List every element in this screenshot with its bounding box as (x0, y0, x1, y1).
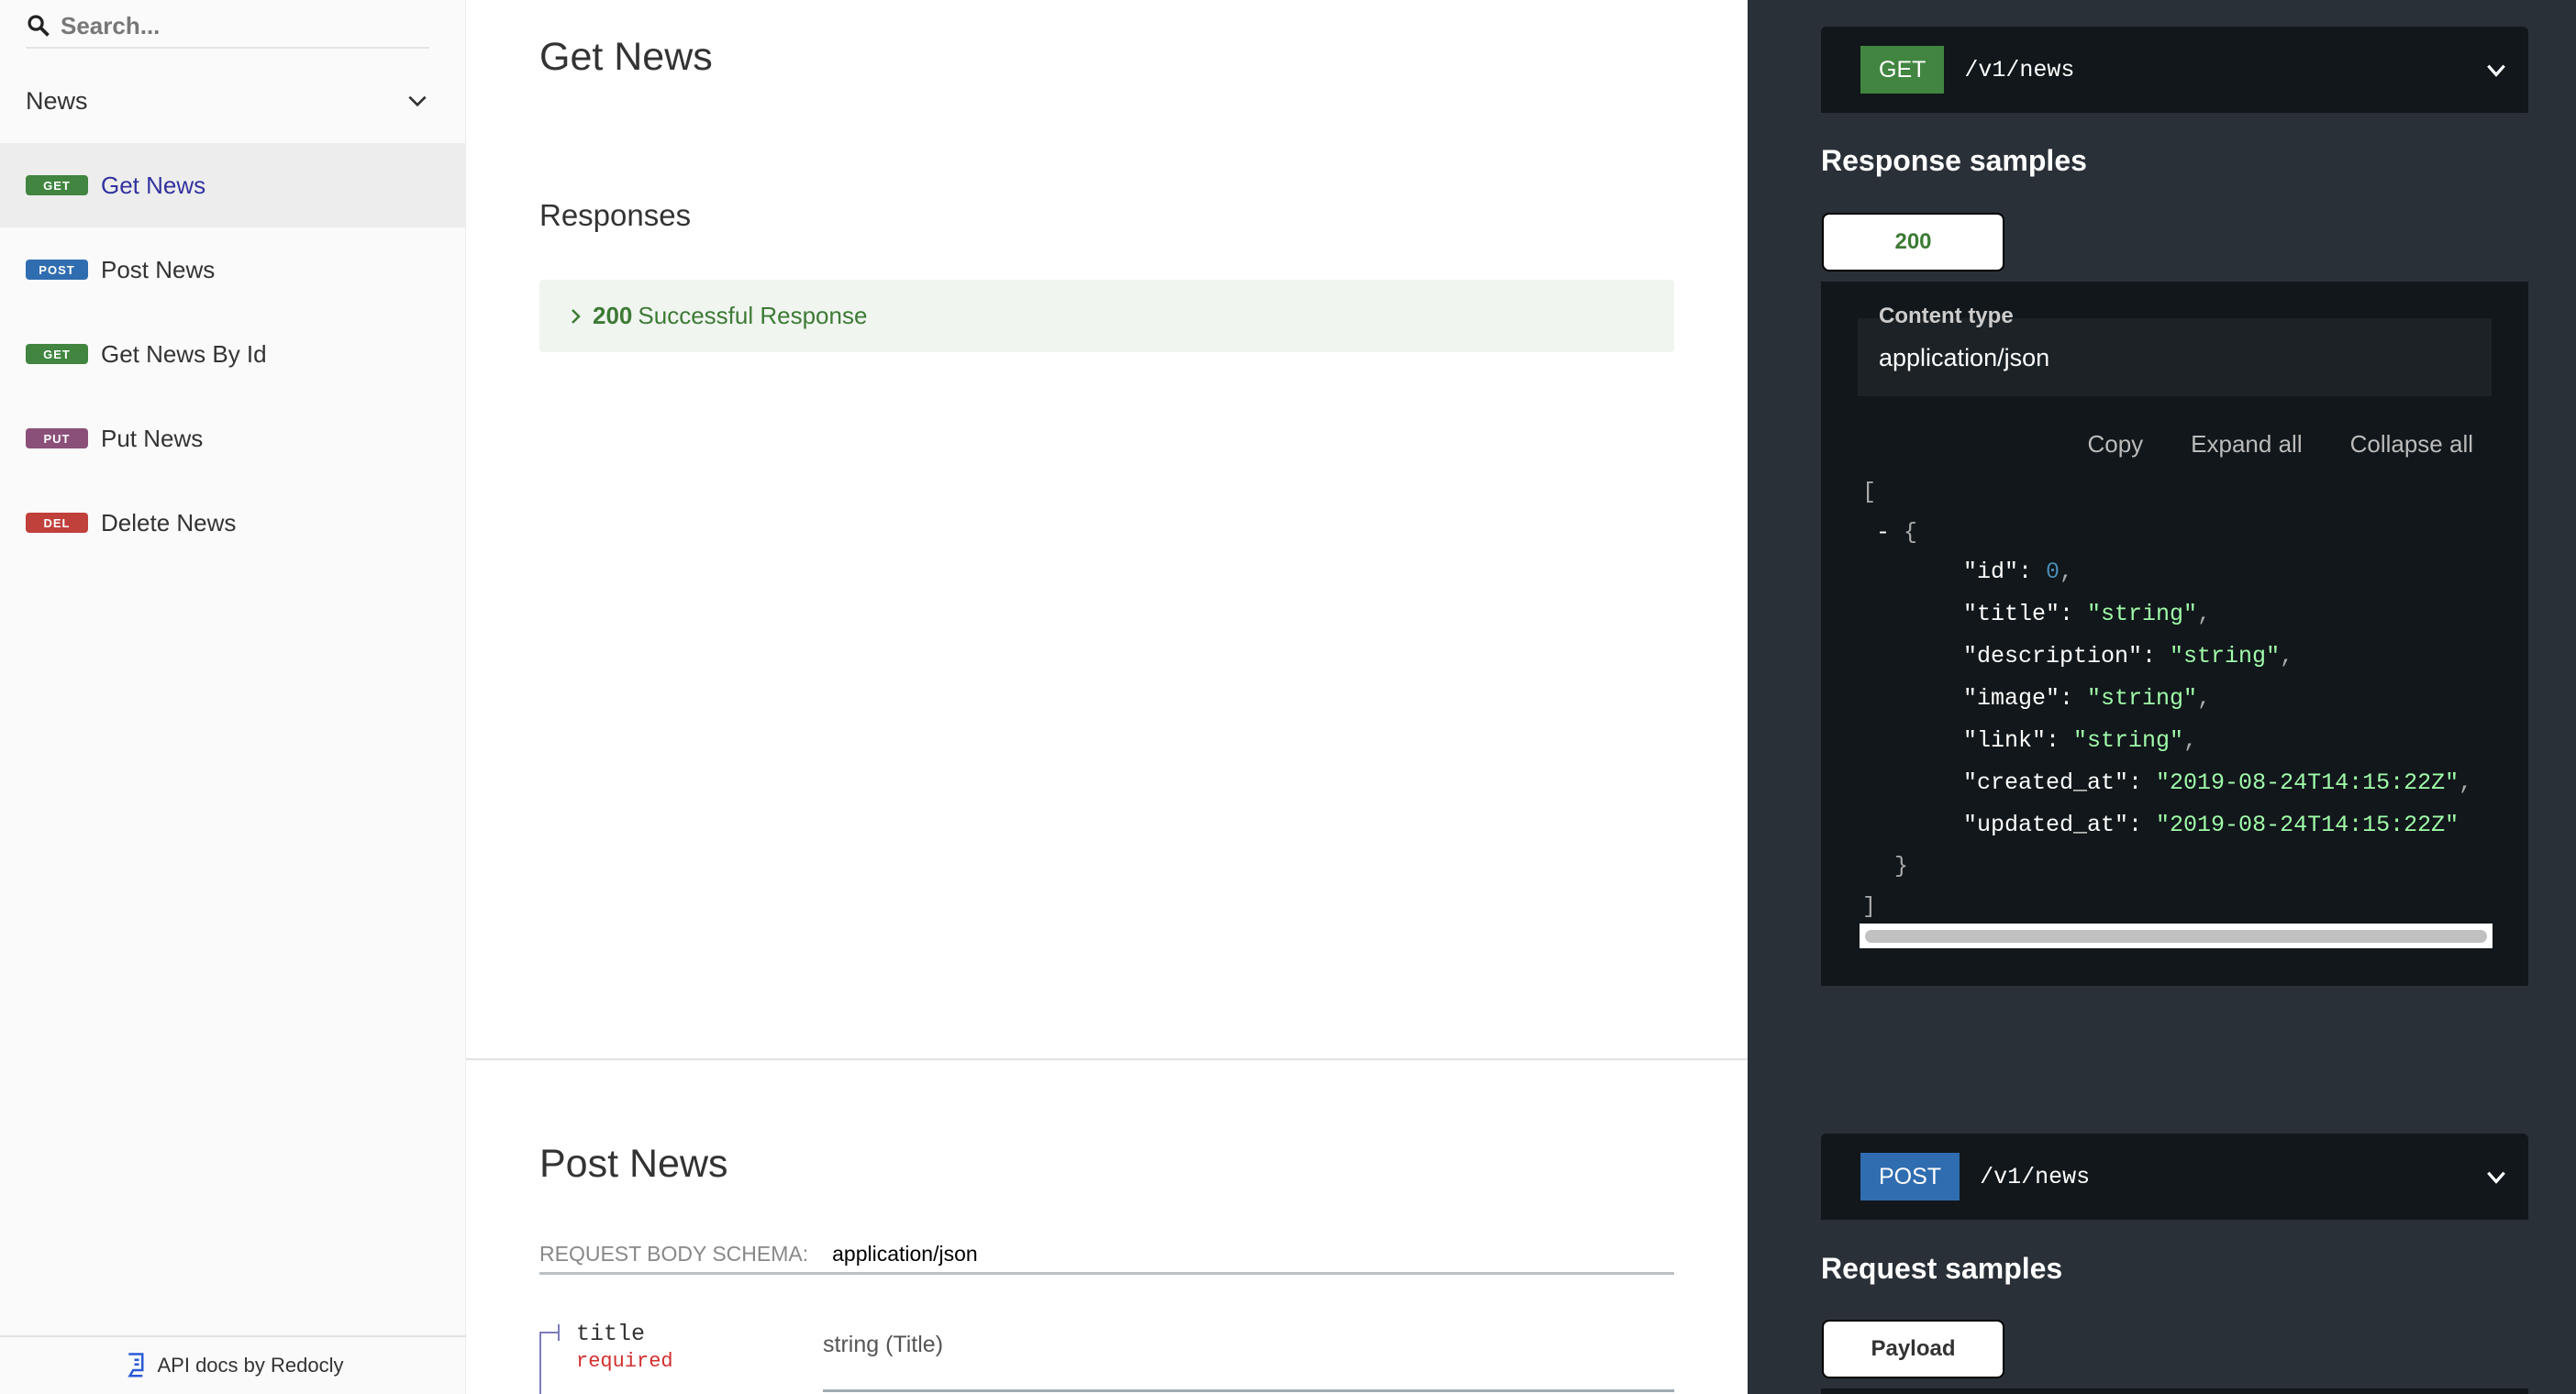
schema-tree-line (539, 1332, 541, 1394)
tab-payload[interactable]: Payload (1822, 1320, 2004, 1378)
request-sample-panel (1821, 1388, 2528, 1394)
json-value: "2019-08-24T14:15:22Z" (2156, 812, 2459, 838)
collapse-all-button[interactable]: Collapse all (2350, 430, 2473, 459)
sidebar-item-post-news[interactable]: POST Post News (0, 227, 466, 312)
sidebar: News GET Get News POST Post News GET Get News… (0, 0, 466, 1394)
response-samples-heading: Response samples (1821, 144, 2087, 177)
search-icon (28, 15, 50, 37)
sidebar-item-label: Put News (101, 424, 204, 452)
request-body-schema: REQUEST BODY SCHEMA: application/json (539, 1236, 1674, 1275)
tab-200[interactable]: 200 (1822, 213, 2004, 271)
method-badge-post: POST (1860, 1153, 1960, 1200)
endpoint-path: /v1/news (1980, 1163, 2091, 1190)
json-field-title: "title": "string", (1963, 601, 2212, 627)
content-type-value: application/json (1879, 344, 2050, 371)
json-value: "string" (2073, 727, 2184, 754)
responses-heading: Responses (539, 198, 692, 232)
method-badge: DEL (26, 513, 88, 533)
sidebar-item-put-news[interactable]: PUT Put News (0, 396, 466, 481)
endpoint-get-v1-news[interactable]: GET /v1/news (1821, 27, 2528, 113)
json-field-id: "id": 0, (1963, 559, 2074, 585)
method-badge: PUT (26, 428, 88, 448)
page-title-post-news: Post News (539, 1142, 728, 1186)
field-divider (823, 1389, 1674, 1392)
sidebar-item-label: Delete News (101, 508, 237, 537)
search-underline (26, 47, 429, 49)
json-field-link: "link": "string", (1963, 727, 2198, 754)
search-input[interactable] (61, 7, 427, 44)
field-required: required (576, 1350, 673, 1373)
content-type-label: Content type (1879, 304, 2014, 328)
redocly-logo-icon (127, 1353, 143, 1377)
json-brace-close: } (1894, 853, 1909, 880)
json-field-updated_at: "updated_at": "2019-08-24T14:15:22Z" (1963, 812, 2459, 838)
method-badge: GET (26, 175, 88, 195)
sidebar-item-get-news-by-id[interactable]: GET Get News By Id (0, 312, 466, 396)
method-badge: POST (26, 260, 88, 280)
chevron-down-icon (2487, 1171, 2505, 1184)
redocly-footer-link[interactable]: API docs by Redocly (0, 1335, 466, 1394)
request-samples-heading: Request samples (1821, 1252, 2063, 1285)
field-name: title (576, 1321, 646, 1347)
method-badge-get: GET (1860, 46, 1945, 94)
response-200-toggle[interactable]: 200 Successful Response (539, 280, 1674, 352)
expand-all-button[interactable]: Expand all (2191, 430, 2302, 459)
sidebar-group-news[interactable]: News (26, 83, 429, 119)
page-title-get-news: Get News (539, 35, 713, 79)
chevron-down-icon (408, 95, 427, 107)
sidebar-item-label: Post News (101, 255, 216, 283)
json-value: "string" (2087, 601, 2198, 627)
json-value: 0 (2046, 559, 2060, 585)
json-field-image: "image": "string", (1963, 685, 2212, 712)
group-label: News (26, 86, 88, 115)
json-bracket-open: [ (1862, 479, 1877, 505)
response-sample-panel: Content type application/json Copy Expan… (1821, 282, 2528, 986)
schema-tree-branch (539, 1332, 560, 1333)
copy-button[interactable]: Copy (2087, 430, 2143, 459)
sample-actions: Copy Expand all Collapse all (2087, 430, 2473, 459)
json-field-description: "description": "string", (1963, 643, 2294, 669)
schema-type: application/json (832, 1242, 978, 1266)
json-value: "2019-08-24T14:15:22Z" (2156, 769, 2459, 796)
footer-label: API docs by Redocly (157, 1354, 344, 1377)
endpoint-post-v1-news[interactable]: POST /v1/news (1821, 1134, 2528, 1220)
endpoint-path: /v1/news (1964, 56, 2075, 83)
response-label: Successful Response (638, 302, 868, 329)
sidebar-item-delete-news[interactable]: DEL Delete News (0, 481, 466, 565)
scrollbar-thumb[interactable] (1865, 930, 2487, 943)
sidebar-item-label: Get News By Id (101, 339, 267, 368)
chevron-down-icon (2487, 64, 2505, 77)
json-value: "string" (2170, 643, 2281, 669)
field-type: string (Title) (823, 1332, 944, 1357)
sidebar-item-label: Get News (101, 171, 206, 199)
chevron-right-icon (572, 308, 581, 324)
json-field-created_at: "created_at": "2019-08-24T14:15:22Z", (1963, 769, 2473, 796)
schema-tree-tick (558, 1324, 560, 1341)
method-badge: GET (26, 344, 88, 364)
response-code: 200 (593, 302, 633, 329)
section-divider (466, 1058, 1748, 1060)
schema-label: REQUEST BODY SCHEMA: (539, 1242, 809, 1266)
json-collapse-toggle[interactable]: - { (1876, 519, 1917, 546)
json-bracket-close: ] (1862, 893, 1877, 920)
horizontal-scrollbar[interactable] (1860, 924, 2493, 948)
json-value: "string" (2087, 685, 2198, 712)
sidebar-item-get-news[interactable]: GET Get News (0, 143, 466, 227)
